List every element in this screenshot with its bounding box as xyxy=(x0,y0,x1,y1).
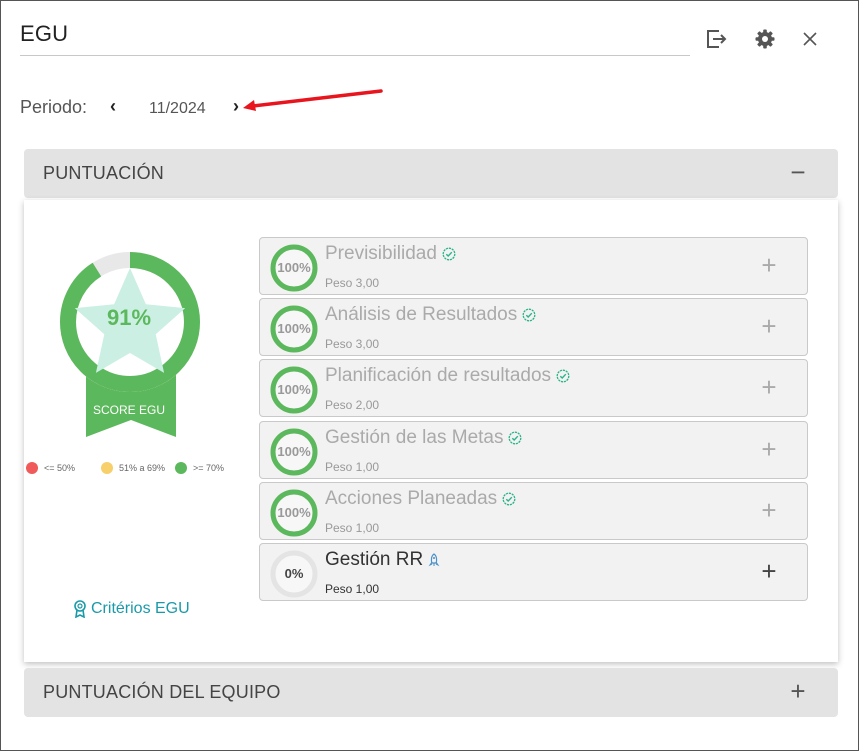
legend-item-high: >= 70% xyxy=(175,462,224,474)
score-panel: 91% SCORE EGU <= 50% 51% a 69% >= 70% Cr… xyxy=(24,200,838,662)
legend-label-high: >= 70% xyxy=(193,463,225,473)
item-name-label: Gestión de las Metas xyxy=(325,426,504,448)
item-name: Gestión RR xyxy=(325,549,440,571)
collapse-icon[interactable]: − xyxy=(788,159,808,185)
criteria-link[interactable]: Critérios EGU xyxy=(73,600,190,618)
legend-item-medium: 51% a 69% xyxy=(101,462,165,474)
item-name: Análisis de Resultados xyxy=(325,304,536,326)
accordion-team-title: PUNTUACIÓN DEL EQUIPO xyxy=(43,682,281,702)
legend-label-medium: 51% a 69% xyxy=(119,463,166,473)
item-weight: Peso 1,00 xyxy=(325,582,380,596)
chevron-left-icon[interactable]: ‹ xyxy=(105,96,121,117)
criteria-link-label: Critérios EGU xyxy=(91,600,190,617)
item-weight: Peso 2,00 xyxy=(325,398,380,413)
verified-badge-icon xyxy=(502,492,516,506)
expand-icon[interactable]: + xyxy=(759,436,779,462)
annotation-arrow-icon xyxy=(243,89,383,111)
close-icon[interactable] xyxy=(798,27,822,51)
criteria-item[interactable]: 100% Planificación de resultados Peso 2,00… xyxy=(259,359,808,418)
item-name-label: Análisis de Resultados xyxy=(325,304,518,326)
criteria-item[interactable]: 100% Acciones Planeadas Peso 1,00 + xyxy=(259,481,808,540)
item-percent: 100% xyxy=(277,504,311,520)
accordion-score-header[interactable]: PUNTUACIÓN − xyxy=(24,149,838,198)
period-label: Periodo: xyxy=(20,97,88,117)
expand-icon[interactable]: + xyxy=(759,558,779,584)
item-name: Gestión de las Metas xyxy=(325,427,522,449)
item-weight: Peso 3,00 xyxy=(325,276,380,290)
legend-label-low: <= 50% xyxy=(44,463,76,473)
item-percent: 100% xyxy=(277,260,311,275)
title-field[interactable]: EGU xyxy=(20,19,690,56)
item-name-label: Gestión RR xyxy=(325,549,424,570)
verified-badge-icon xyxy=(556,369,570,383)
verified-badge-icon xyxy=(509,431,522,445)
accordion-team-header[interactable]: PUNTUACIÓN DEL EQUIPO + xyxy=(24,668,838,717)
legend-dot-high xyxy=(175,462,187,474)
item-percent: 100% xyxy=(277,443,311,459)
rocket-icon xyxy=(428,553,440,567)
item-weight: Peso 3,00 xyxy=(325,337,380,352)
expand-icon[interactable]: + xyxy=(788,678,808,704)
score-percent: 91% xyxy=(106,305,152,330)
item-weight: Peso 1,00 xyxy=(325,520,380,535)
expand-icon[interactable]: + xyxy=(759,497,779,523)
criteria-item[interactable]: 0% Gestión RR Peso 1,00 + xyxy=(259,543,808,601)
accordion-score-title: PUNTUACIÓN xyxy=(43,163,165,183)
item-name-label: Planificación de resultados xyxy=(325,365,552,387)
criteria-item[interactable]: 100% Previsibilidad Peso 3,00 + xyxy=(259,237,808,295)
item-name-label: Acciones Planeadas xyxy=(325,487,498,509)
item-weight: Peso 1,00 xyxy=(325,459,380,474)
expand-icon[interactable]: + xyxy=(759,313,779,339)
dialog: EGU Periodo: ‹ 11/2024 › PUNTUACIÓN − 91… xyxy=(0,0,859,751)
verified-badge-icon xyxy=(442,247,456,261)
item-percent: 100% xyxy=(277,321,311,337)
expand-icon[interactable]: + xyxy=(759,252,779,278)
expand-icon[interactable]: + xyxy=(759,374,779,400)
dialog-title: EGU xyxy=(20,21,69,46)
period-value: 11/2024 xyxy=(149,100,206,117)
gear-icon[interactable] xyxy=(753,27,777,51)
verified-badge-icon xyxy=(522,308,536,322)
item-percent: 0% xyxy=(284,566,304,581)
legend-item-low: <= 50% xyxy=(26,462,75,474)
item-name: Previsibilidad xyxy=(325,243,456,265)
item-percent: 100% xyxy=(277,382,311,398)
item-name: Planificación de resultados xyxy=(325,365,570,387)
legend-dot-low xyxy=(26,462,38,474)
item-name: Acciones Planeadas xyxy=(325,488,516,510)
criteria-item[interactable]: 100% Gestión de las Metas Peso 1,00 + xyxy=(259,420,808,479)
legend-dot-medium xyxy=(101,462,113,474)
item-name-label: Previsibilidad xyxy=(325,243,437,264)
award-icon xyxy=(74,600,86,618)
criteria-item[interactable]: 100% Análisis de Resultados Peso 3,00 + xyxy=(259,298,808,357)
export-icon[interactable] xyxy=(704,27,728,51)
score-label: SCORE EGU xyxy=(92,403,165,417)
